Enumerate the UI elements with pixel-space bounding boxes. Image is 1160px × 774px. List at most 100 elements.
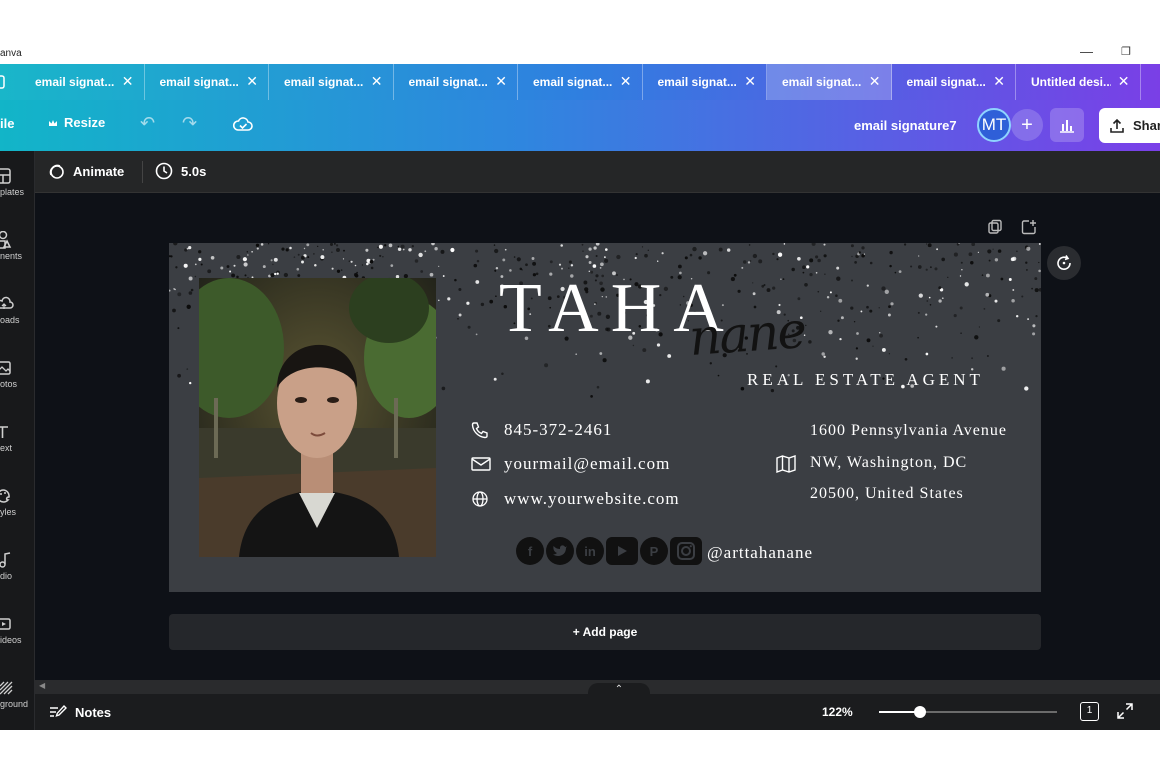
close-icon[interactable]: ✕: [495, 73, 507, 90]
facebook-icon[interactable]: f: [516, 537, 544, 565]
glitter-dot: [494, 248, 499, 254]
glitter-dot: [802, 271, 805, 274]
glitter-dot: [1012, 256, 1017, 261]
tab-scroll-left[interactable]: [0, 64, 20, 100]
undo-icon[interactable]: ↶: [140, 113, 155, 134]
glitter-dot: [894, 271, 897, 274]
phone-number[interactable]: 845-372-2461: [504, 420, 612, 440]
minimize-button[interactable]: —: [1080, 44, 1093, 59]
close-icon[interactable]: ✕: [122, 73, 134, 90]
social-handle[interactable]: @arttahanane: [707, 543, 813, 563]
glitter-dot: [997, 319, 1001, 323]
tab-email-signature-8[interactable]: email signat... ✕: [892, 64, 1016, 100]
file-menu-button[interactable]: ile: [0, 116, 14, 131]
add-collaborator-button[interactable]: +: [1011, 109, 1043, 141]
insights-button[interactable]: [1050, 108, 1084, 142]
close-icon[interactable]: ✕: [1118, 73, 1130, 90]
scroll-left-icon[interactable]: ◀: [39, 681, 45, 690]
address-line-1[interactable]: 1600 Pennsylvania Avenue: [810, 422, 1007, 440]
glitter-dot: [817, 258, 821, 263]
share-button[interactable]: Shar: [1099, 108, 1160, 143]
glitter-dot: [903, 243, 907, 246]
zoom-slider[interactable]: [879, 706, 1057, 718]
resize-button[interactable]: Resize: [48, 115, 105, 130]
sidebar-item-photos[interactable]: otos: [0, 359, 35, 389]
redo-icon[interactable]: ↷: [182, 113, 197, 134]
glitter-dot: [243, 262, 248, 267]
glitter-dot: [661, 252, 664, 255]
tab-email-signature-4[interactable]: email signat... ✕: [394, 64, 518, 100]
close-icon[interactable]: ✕: [744, 73, 756, 90]
close-icon[interactable]: ✕: [993, 73, 1005, 90]
avatar[interactable]: MT: [977, 108, 1011, 142]
glitter-dot: [342, 258, 345, 260]
sidebar-item-videos[interactable]: ideos: [0, 615, 35, 645]
glitter-dot: [588, 247, 592, 251]
crown-icon: [49, 119, 57, 126]
fullscreen-icon[interactable]: [1117, 703, 1133, 719]
instagram-icon[interactable]: [670, 537, 702, 565]
sidebar-item-audio[interactable]: dio: [0, 551, 35, 581]
tab-untitled-design[interactable]: Untitled desi... ✕: [1016, 64, 1141, 100]
page-count-button[interactable]: 1: [1080, 702, 1099, 721]
website-url[interactable]: www.yourwebsite.com: [504, 489, 680, 509]
linkedin-icon[interactable]: in: [576, 537, 604, 565]
add-page-icon[interactable]: [1021, 219, 1037, 235]
glitter-dot: [177, 292, 182, 297]
glitter-dot: [350, 260, 353, 263]
resize-label: Resize: [64, 115, 106, 130]
sidebar-item-label: ground: [0, 699, 29, 709]
sidebar-item-background[interactable]: ground: [0, 679, 35, 709]
glitter-dot: [281, 247, 285, 251]
glitter-dot: [531, 257, 535, 260]
zoom-slider-handle[interactable]: [913, 706, 926, 718]
cloud-saved-icon[interactable]: [232, 113, 254, 140]
address-line-3[interactable]: 20500, United States: [810, 485, 964, 503]
duration-button[interactable]: 5.0s: [155, 162, 206, 180]
address-line-2[interactable]: NW, Washington, DC: [810, 454, 967, 472]
twitter-icon[interactable]: [546, 537, 574, 565]
close-icon[interactable]: ✕: [246, 73, 258, 90]
job-title[interactable]: REAL ESTATE AGENT: [747, 370, 984, 390]
tab-email-signature-3[interactable]: email signat... ✕: [269, 64, 394, 100]
tab-email-signature-1[interactable]: email signat... ✕: [20, 64, 145, 100]
magic-refresh-button[interactable]: [1047, 246, 1081, 280]
close-icon[interactable]: ✕: [869, 73, 881, 90]
portrait-photo[interactable]: [199, 278, 436, 557]
sidebar-item-text[interactable]: ext: [0, 423, 35, 453]
tab-email-signature-2[interactable]: email signat... ✕: [145, 64, 269, 100]
restore-button[interactable]: ❐: [1121, 45, 1131, 58]
tab-email-signature-active[interactable]: email signat... ✕: [767, 64, 892, 100]
sidebar-item-uploads[interactable]: oads: [0, 295, 35, 325]
email-address[interactable]: yourmail@email.com: [504, 454, 670, 474]
glitter-dot: [390, 264, 394, 267]
sidebar-item-elements[interactable]: nents: [0, 231, 35, 261]
close-icon[interactable]: ✕: [620, 73, 632, 90]
glitter-dot: [960, 261, 963, 264]
notes-button[interactable]: Notes: [49, 704, 111, 720]
glitter-dot: [797, 256, 801, 261]
glitter-dot: [856, 332, 859, 335]
pinterest-icon[interactable]: P: [640, 537, 668, 565]
animate-button[interactable]: Animate: [47, 162, 124, 180]
tab-email-signature-6[interactable]: email signat... ✕: [643, 64, 767, 100]
duplicate-page-icon[interactable]: [987, 219, 1003, 235]
zoom-level[interactable]: 122%: [822, 705, 853, 719]
tab-email-signature-5[interactable]: email signat... ✕: [518, 64, 643, 100]
glitter-dot: [370, 266, 374, 270]
bottom-bar: Notes 122% 1: [35, 694, 1160, 730]
add-page-button[interactable]: + Add page: [169, 614, 1041, 650]
glitter-dot: [647, 249, 649, 251]
glitter-dot: [850, 279, 854, 282]
glitter-dot: [726, 248, 731, 252]
email-signature-design[interactable]: TAHA nane REAL ESTATE AGENT 845-372-2461…: [169, 243, 1041, 592]
close-icon[interactable]: ✕: [371, 73, 383, 90]
glitter-dot: [188, 276, 193, 281]
document-title[interactable]: email signature7: [854, 118, 957, 133]
name-script[interactable]: nane: [687, 301, 807, 367]
sidebar-item-styles[interactable]: yles: [0, 487, 35, 517]
glitter-dot: [805, 324, 807, 327]
sidebar-item-templates[interactable]: plates: [0, 167, 35, 197]
glitter-dot: [194, 275, 197, 278]
youtube-icon[interactable]: [606, 537, 638, 565]
